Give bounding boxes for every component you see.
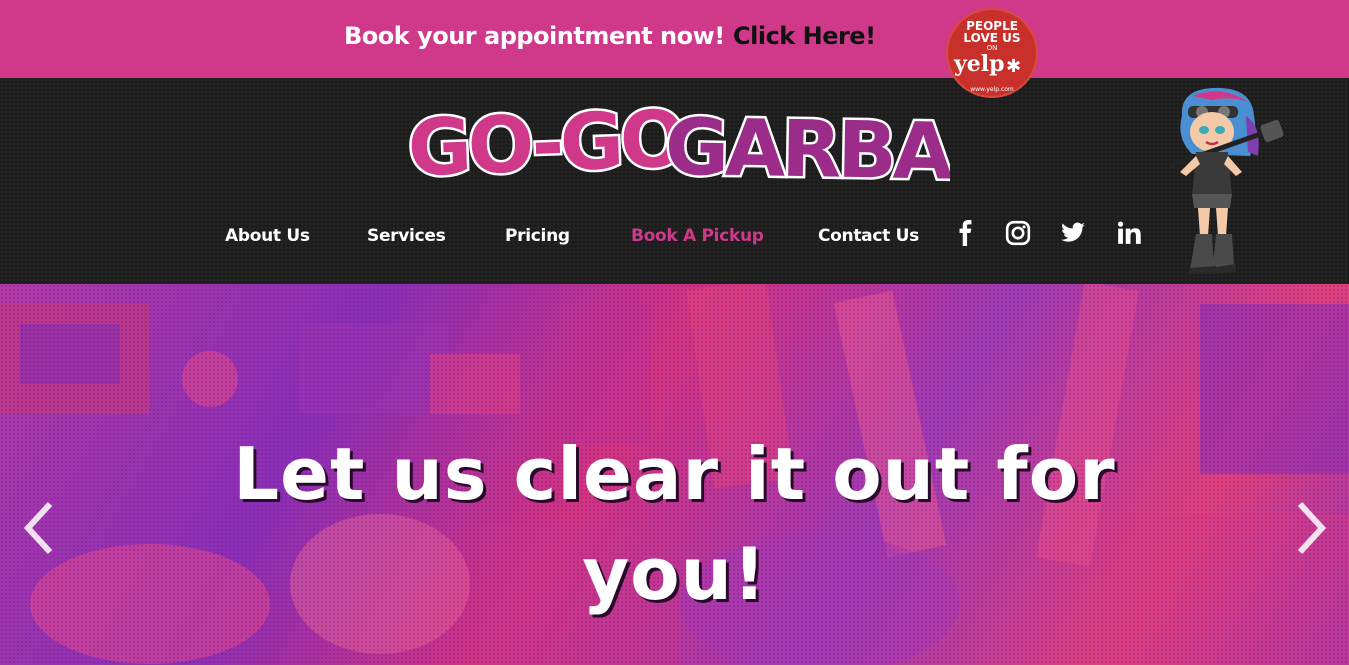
nav-book-a-pickup[interactable]: Book A Pickup	[631, 226, 764, 246]
go-go-garbage-logo[interactable]: GO-GO GARBAGE	[400, 100, 950, 190]
yelp-badge[interactable]: PEOPLE LOVE US ON yelp ✱ www.yelp.com	[946, 8, 1038, 98]
instagram-icon[interactable]	[1005, 220, 1031, 246]
yelp-logo: yelp	[954, 51, 1005, 77]
chevron-right-icon[interactable]	[1292, 498, 1332, 558]
promo-text: Book your appointment now!	[344, 22, 725, 50]
promo-bar: Book your appointment now! Click Here!	[0, 0, 1349, 78]
yelp-badge-url: www.yelp.com	[970, 86, 1014, 93]
nav-contact-us[interactable]: Contact Us	[818, 226, 919, 246]
facebook-icon[interactable]	[953, 220, 979, 246]
twitter-icon[interactable]	[1060, 220, 1086, 246]
hero-slider: Let us clear it out for you!	[0, 284, 1349, 665]
nav-pricing[interactable]: Pricing	[505, 226, 570, 246]
yelp-burst-icon: ✱	[1006, 56, 1022, 77]
mascot-illustration	[1169, 87, 1284, 274]
site-header: GO-GO GARBAGE About Us Services Pricing …	[0, 78, 1349, 284]
chevron-left-icon[interactable]	[18, 498, 58, 558]
linkedin-icon[interactable]	[1116, 220, 1142, 246]
svg-text:GARBAGE: GARBAGE	[664, 103, 950, 190]
book-appointment-link[interactable]: Click Here!	[733, 22, 876, 50]
svg-text:GO-GO: GO-GO	[406, 100, 684, 190]
nav-services[interactable]: Services	[367, 226, 446, 246]
nav-about-us[interactable]: About Us	[225, 226, 310, 246]
yelp-badge-line2: LOVE US	[963, 31, 1021, 45]
hero-title: Let us clear it out for you!	[233, 432, 1116, 616]
